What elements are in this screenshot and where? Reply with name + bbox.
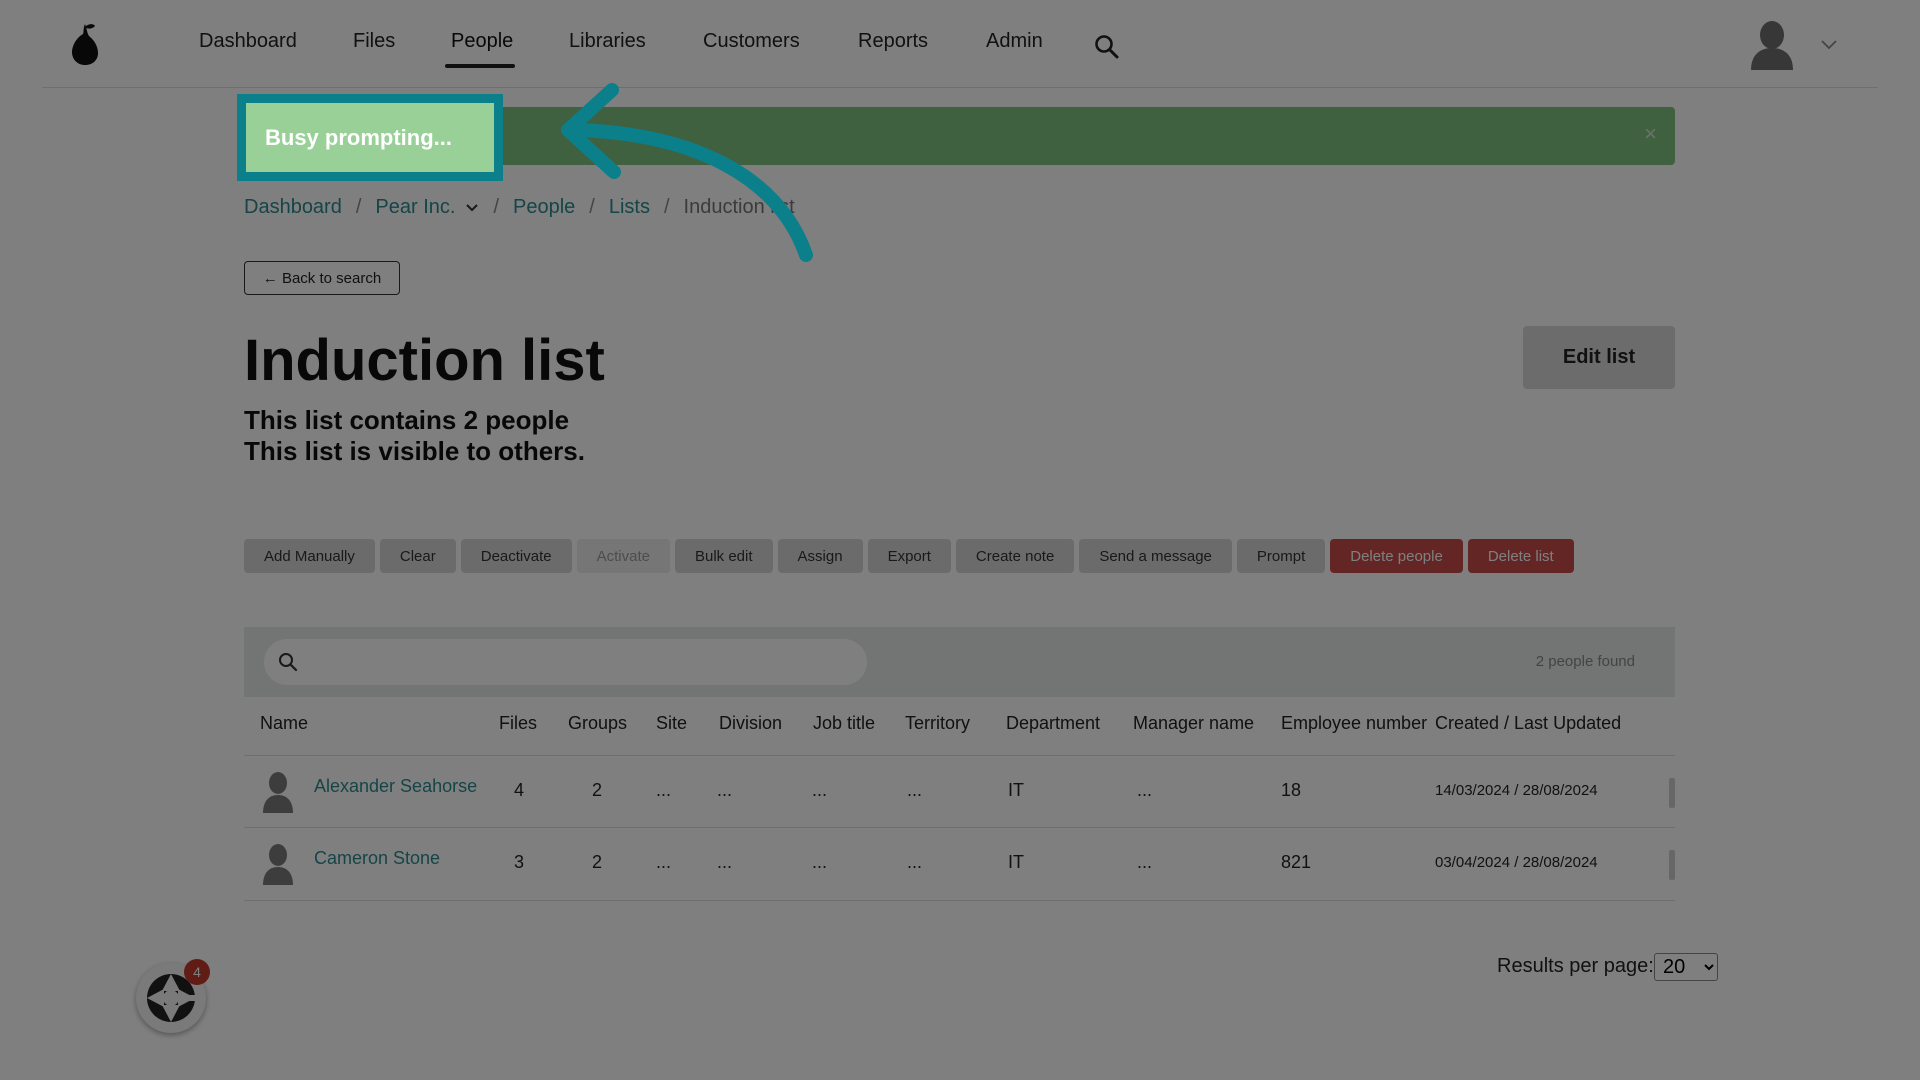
deactivate-button[interactable]: Deactivate: [460, 539, 572, 573]
search-box[interactable]: [264, 639, 867, 685]
column-job-title[interactable]: Job title: [813, 713, 875, 734]
column-department[interactable]: Department: [1006, 713, 1100, 734]
assign-button[interactable]: Assign: [777, 539, 863, 573]
results-count: 2 people found: [1535, 653, 1635, 670]
cell-job-title: ...: [812, 780, 828, 800]
cell-division: ...: [717, 852, 733, 872]
table-row[interactable]: Cameron Stone 3 2 ... ... ... ... IT ...…: [244, 827, 1675, 901]
column-manager-name[interactable]: Manager name: [1133, 713, 1254, 734]
column-name[interactable]: Name: [260, 713, 308, 734]
column-division[interactable]: Division: [719, 713, 782, 734]
column-groups[interactable]: Groups: [568, 713, 627, 734]
search-icon[interactable]: [1094, 34, 1120, 60]
cell-groups: 2: [592, 852, 603, 872]
cell-job-title: ...: [812, 852, 828, 872]
breadcrumb-organisation[interactable]: Pear Inc.: [375, 196, 455, 219]
action-bar: Add Manually Clear Deactivate Activate B…: [244, 539, 1574, 573]
column-site[interactable]: Site: [656, 713, 687, 734]
breadcrumb-separator: /: [493, 196, 500, 218]
cell-site: ...: [656, 780, 672, 800]
user-avatar-icon[interactable]: [1749, 18, 1795, 70]
add-manually-button[interactable]: Add Manually: [244, 539, 375, 573]
list-visibility-text: This list is visible to others.: [244, 436, 585, 466]
pear-logo-icon[interactable]: [68, 20, 102, 66]
nav-customers[interactable]: Customers: [703, 30, 800, 53]
results-per-page-label: Results per page:: [1497, 955, 1654, 977]
breadcrumb-people[interactable]: People: [513, 196, 575, 219]
breadcrumb-separator: /: [355, 196, 362, 218]
cell-dates: 03/04/2024 / 28/08/2024: [1435, 854, 1598, 871]
search-icon: [279, 653, 298, 672]
cell-division: ...: [717, 780, 733, 800]
page-title: Induction list: [244, 328, 605, 393]
cell-site: ...: [656, 852, 672, 872]
chevron-down-icon[interactable]: [1820, 38, 1838, 50]
nav-files[interactable]: Files: [353, 30, 395, 53]
nav-libraries[interactable]: Libraries: [569, 30, 646, 53]
nav-active-indicator: [445, 64, 515, 68]
cell-manager-name: ...: [1137, 780, 1153, 800]
cell-groups: 2: [592, 780, 603, 800]
breadcrumb: Dashboard / Pear Inc. / People / Lists /…: [244, 196, 795, 219]
nav-reports[interactable]: Reports: [858, 30, 928, 53]
send-message-button[interactable]: Send a message: [1079, 539, 1232, 573]
breadcrumb-separator: /: [663, 196, 670, 218]
chevron-down-icon[interactable]: [465, 203, 479, 213]
prompt-button[interactable]: Prompt: [1236, 539, 1326, 573]
user-avatar-icon: [263, 844, 293, 885]
create-note-button[interactable]: Create note: [955, 539, 1075, 573]
cell-territory: ...: [907, 852, 923, 872]
user-avatar-icon: [263, 772, 293, 813]
cell-files: 3: [514, 852, 525, 872]
column-created-updated[interactable]: Created / Last Updated: [1435, 713, 1621, 734]
app-window: Dashboard Files People Libraries Custome…: [42, 0, 1878, 1080]
row-menu-handle[interactable]: [1669, 850, 1675, 880]
breadcrumb-dashboard[interactable]: Dashboard: [244, 196, 342, 219]
top-navigation: Dashboard Files People Libraries Custome…: [42, 0, 1878, 88]
cell-files: 4: [514, 780, 525, 800]
status-banner: Busy prompting... ×: [245, 107, 1675, 165]
breadcrumb-separator: /: [589, 196, 595, 218]
person-name-link[interactable]: Alexander Seahorse: [314, 776, 477, 797]
edit-list-button[interactable]: Edit list: [1523, 326, 1675, 389]
row-menu-handle[interactable]: [1669, 778, 1675, 808]
cell-department: IT: [1008, 852, 1024, 872]
column-employee-number[interactable]: Employee number: [1281, 713, 1427, 734]
list-count-text: This list contains 2 people: [244, 405, 570, 435]
breadcrumb-lists[interactable]: Lists: [609, 196, 650, 219]
column-files[interactable]: Files: [499, 713, 537, 734]
cell-dates: 14/03/2024 / 28/08/2024: [1435, 782, 1598, 799]
export-button[interactable]: Export: [867, 539, 951, 573]
table-search-bar: 2 people found: [244, 627, 1675, 697]
column-territory[interactable]: Territory: [905, 713, 970, 734]
activate-button[interactable]: Activate: [576, 539, 670, 573]
notification-badge: 4: [184, 959, 210, 985]
nav-people[interactable]: People: [451, 30, 513, 53]
nav-dashboard[interactable]: Dashboard: [199, 30, 297, 53]
back-to-search-button[interactable]: ← Back to search: [244, 261, 400, 295]
results-per-page-select[interactable]: 20: [1654, 953, 1718, 981]
delete-people-button[interactable]: Delete people: [1330, 539, 1463, 573]
cell-department: IT: [1008, 780, 1024, 800]
breadcrumb-current: Induction list: [683, 196, 795, 218]
table-row[interactable]: Alexander Seahorse 4 2 ... ... ... ... I…: [244, 755, 1675, 828]
bulk-edit-button[interactable]: Bulk edit: [674, 539, 773, 573]
clear-button[interactable]: Clear: [379, 539, 456, 573]
cell-employee-number: 18: [1281, 780, 1302, 800]
banner-close-button[interactable]: ×: [1644, 121, 1657, 147]
cell-territory: ...: [907, 780, 923, 800]
person-name-link[interactable]: Cameron Stone: [314, 848, 440, 869]
cell-manager-name: ...: [1137, 852, 1153, 872]
people-search-input[interactable]: [312, 647, 856, 679]
delete-list-button[interactable]: Delete list: [1467, 539, 1574, 573]
cell-employee-number: 821: [1281, 852, 1312, 872]
banner-message: Busy prompting...: [267, 123, 454, 148]
nav-admin[interactable]: Admin: [986, 30, 1043, 53]
